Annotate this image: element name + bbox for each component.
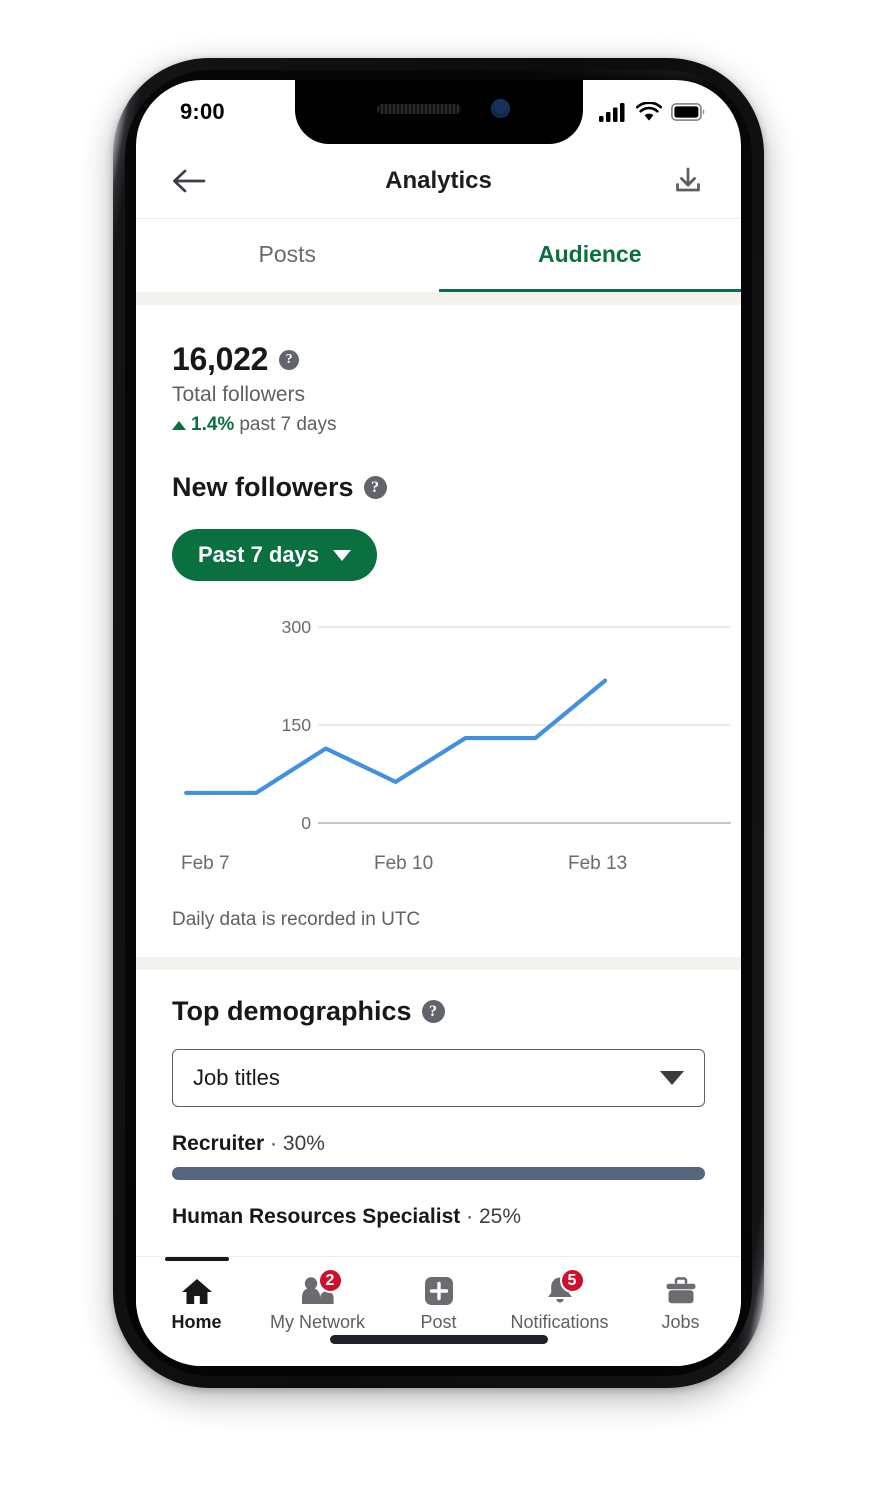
app-header: Analytics	[136, 144, 741, 218]
delta-value: 1.4%	[191, 414, 235, 435]
page-title: Analytics	[385, 167, 492, 194]
date-range-label: Past 7 days	[198, 542, 320, 567]
nav-item-my-network[interactable]: 2 My Network	[257, 1266, 378, 1333]
ytick-150: 150	[282, 715, 312, 735]
home-indicator[interactable]	[329, 1335, 548, 1344]
nav-item-notifications[interactable]: 5 Notifications	[499, 1266, 620, 1333]
analytics-content: 16,022 ? Total followers 1.4% past 7 day…	[136, 305, 741, 1229]
notifications-icon-box: 5	[540, 1268, 585, 1307]
xtick-2: Feb 13	[568, 853, 628, 874]
analytics-tabs: Posts Audience	[136, 218, 741, 292]
nav-label-jobs: Jobs	[661, 1312, 700, 1332]
chart-line-series	[184, 678, 608, 796]
briefcase-icon	[666, 1277, 695, 1304]
home-icon	[181, 1279, 212, 1304]
xtick-1: Feb 10	[374, 853, 434, 874]
demographic-separator: ·	[466, 1205, 474, 1228]
download-icon	[676, 167, 700, 192]
new-followers-chart: 300 150 0 Feb 7 Feb 10 Feb 13 Daily data…	[136, 607, 741, 957]
demographic-label: Human Resources Specialist · 25%	[172, 1205, 705, 1229]
chevron-down-icon	[333, 549, 352, 561]
demographic-percent: 25%	[478, 1205, 521, 1228]
new-followers-heading: New followers ?	[172, 472, 705, 503]
export-button[interactable]	[665, 158, 711, 204]
demographic-row: Human Resources Specialist · 25%	[172, 1205, 705, 1229]
total-followers-row: 16,022 ?	[172, 341, 705, 378]
ytick-300: 300	[282, 617, 312, 637]
chart-xtick-labels: Feb 7 Feb 10 Feb 13	[136, 853, 731, 887]
battery-icon	[671, 103, 705, 121]
wifi-icon	[636, 102, 662, 121]
new-followers-title: New followers	[172, 472, 354, 502]
demographic-separator: ·	[270, 1132, 278, 1155]
demographic-row: Recruiter · 30%	[172, 1132, 705, 1180]
nav-label-notifications: Notifications	[510, 1312, 609, 1332]
back-button[interactable]	[166, 158, 212, 204]
chart-gridlines	[317, 626, 731, 824]
nav-label-post: Post	[420, 1312, 457, 1332]
tab-audience[interactable]: Audience	[438, 219, 741, 292]
demographic-name: Human Resources Specialist	[172, 1205, 461, 1228]
ytick-0: 0	[301, 813, 311, 833]
line-chart-svg: 300 150 0	[184, 617, 731, 833]
active-tab-indicator	[164, 1257, 229, 1261]
demographic-bar-fill	[172, 1167, 705, 1180]
tab-posts[interactable]: Posts	[136, 219, 439, 292]
badge-notifications: 5	[559, 1268, 585, 1293]
chart-footnote: Daily data is recorded in UTC	[172, 909, 421, 930]
section-divider-demographics	[136, 957, 741, 970]
total-followers-label: Total followers	[172, 383, 306, 406]
post-icon-box	[419, 1275, 459, 1307]
jobs-icon-box	[661, 1275, 701, 1307]
home-icon-box	[177, 1275, 217, 1307]
back-arrow-icon	[173, 169, 206, 193]
cellular-signal-icon	[599, 103, 625, 122]
nav-label-home: Home	[171, 1312, 222, 1332]
help-circle-icon[interactable]: ?	[363, 476, 387, 499]
demographics-title: Top demographics	[172, 996, 412, 1026]
demographic-percent: 30%	[282, 1132, 325, 1155]
top-demographics-section: Top demographics ? Job titles Recruiter …	[136, 970, 741, 1229]
chart-ytick-labels: 300 150 0	[282, 617, 312, 833]
demographic-name: Recruiter	[172, 1132, 265, 1155]
phone-screen: 9:00 Analytics Posts Audience 16,022 ? T…	[136, 80, 741, 1366]
total-followers-count: 16,022	[172, 341, 269, 377]
nav-item-jobs[interactable]: Jobs	[620, 1266, 741, 1333]
plus-square-icon	[424, 1277, 453, 1305]
nav-item-post[interactable]: Post	[378, 1266, 499, 1333]
xtick-0: Feb 7	[181, 853, 230, 874]
delta-period: past 7 days	[239, 414, 337, 435]
people-icon-box: 2	[298, 1268, 343, 1307]
status-time: 9:00	[180, 99, 225, 124]
trend-up-icon	[172, 420, 186, 430]
date-range-button[interactable]: Past 7 days	[172, 529, 378, 581]
nav-label-my-network: My Network	[269, 1312, 365, 1332]
demographics-select[interactable]: Job titles	[172, 1049, 705, 1107]
followers-delta: 1.4% past 7 days	[172, 414, 705, 436]
followers-summary: 16,022 ? Total followers 1.4% past 7 day…	[136, 305, 741, 581]
status-bar: 9:00	[136, 80, 741, 144]
nav-item-home[interactable]: Home	[136, 1257, 257, 1333]
demographic-label: Recruiter · 30%	[172, 1132, 705, 1156]
help-circle-icon[interactable]: ?	[421, 1000, 445, 1023]
chevron-down-icon	[660, 1071, 684, 1085]
status-icons	[599, 102, 705, 122]
demographics-heading: Top demographics ?	[172, 996, 705, 1027]
demographics-select-value: Job titles	[193, 1065, 280, 1090]
demographic-bar-track	[172, 1167, 705, 1180]
badge-my-network: 2	[317, 1268, 343, 1293]
help-circle-icon[interactable]: ?	[279, 349, 300, 370]
bottom-navigation: Home 2 My Network Post 5 Notifications J…	[136, 1256, 741, 1366]
section-divider-top	[136, 292, 741, 305]
